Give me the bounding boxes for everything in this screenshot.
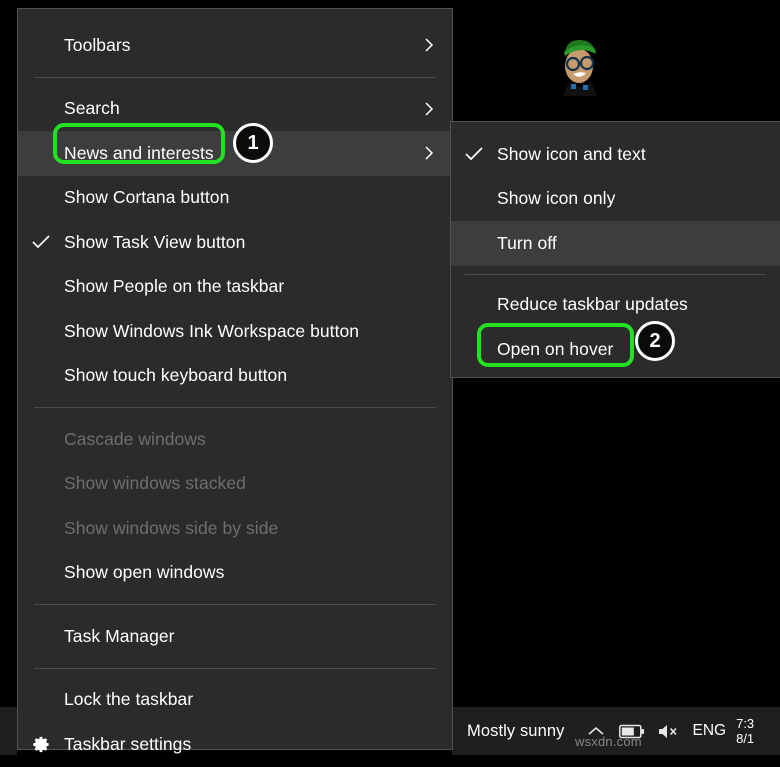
main_menu-item-show-people-on-the-taskbar[interactable]: Show People on the taskbar: [18, 265, 452, 310]
menu-separator: [34, 76, 436, 78]
menu-item-label: Show People on the taskbar: [64, 276, 285, 297]
menu-item-label: Show icon and text: [497, 143, 646, 164]
menu-item-label: Show windows stacked: [64, 473, 246, 494]
main_menu-item-show-open-windows[interactable]: Show open windows: [18, 551, 452, 596]
menu-item-label: Show Windows Ink Workspace button: [64, 320, 360, 341]
main_menu-item-show-windows-side-by-side: Show windows side by side: [18, 506, 452, 551]
main_menu-item-news-and-interests[interactable]: News and interests: [18, 131, 452, 176]
clock[interactable]: 7:3 8/1: [736, 716, 754, 746]
menu-item-label: Show icon only: [497, 188, 616, 209]
menu-item-label: Turn off: [497, 232, 557, 253]
menu-item-label: Show Cortana button: [64, 187, 230, 208]
taskbar-context-menu[interactable]: Toolbars Search News and interests Show Cor…: [17, 8, 453, 754]
menu-item-label: Open on hover: [497, 338, 614, 359]
clock-date: 8/1: [736, 731, 755, 746]
sub_menu-item-open-on-hover[interactable]: Open on hover: [451, 327, 780, 372]
gear-icon: [18, 735, 64, 754]
menu-separator: [34, 667, 436, 669]
menu-item-label: Show open windows: [64, 562, 225, 583]
menu-item-label: Show Task View button: [64, 231, 246, 252]
menu-item-label: Cascade windows: [64, 428, 206, 449]
language-indicator[interactable]: ENG: [693, 722, 727, 740]
avatar: [563, 40, 597, 96]
menu-item-label: Show touch keyboard button: [64, 365, 288, 386]
desktop-background: Mostly sunny ENG 7:3 8/1 wsxdn.com Toolb…: [0, 0, 780, 755]
menu-item-label: Show windows side by side: [64, 517, 279, 538]
main_menu-item-lock-the-taskbar[interactable]: Lock the taskbar: [18, 678, 452, 723]
taskbar-tray[interactable]: Mostly sunny ENG 7:3 8/1: [452, 707, 780, 755]
volume-muted-icon[interactable]: [657, 723, 679, 740]
chevron-up-icon[interactable]: [587, 725, 605, 737]
main_menu-item-task-manager[interactable]: Task Manager: [18, 614, 452, 659]
sub_menu-item-show-icon-only[interactable]: Show icon only: [451, 177, 780, 222]
clock-time: 7:3: [736, 716, 755, 731]
menu-item-label: Search: [64, 98, 120, 119]
sub_menu-item-turn-off[interactable]: Turn off: [451, 221, 780, 266]
chevron-right-icon: [421, 145, 437, 161]
menu-item-label: Toolbars: [64, 34, 131, 55]
menu-item-label: Taskbar settings: [64, 733, 192, 754]
main_menu-item-search[interactable]: Search: [18, 87, 452, 132]
main_menu-item-toolbars[interactable]: Toolbars: [18, 23, 452, 68]
news-and-interests-submenu[interactable]: Show icon and text Show icon only Turn off…: [450, 121, 780, 378]
main_menu-item-show-windows-stacked: Show windows stacked: [18, 462, 452, 507]
battery-icon[interactable]: [618, 724, 645, 739]
main_menu-item-cascade-windows: Cascade windows: [18, 417, 452, 462]
check-icon: [451, 146, 497, 162]
menu-item-label: Reduce taskbar updates: [497, 294, 688, 315]
taskbar-weather-label[interactable]: Mostly sunny: [467, 722, 565, 741]
check-icon: [18, 234, 64, 250]
menu-separator: [34, 604, 436, 605]
sub_menu-item-reduce-taskbar-updates[interactable]: Reduce taskbar updates: [451, 283, 780, 328]
menu-separator: [465, 273, 766, 275]
main_menu-item-show-touch-keyboard-button[interactable]: Show touch keyboard button: [18, 354, 452, 399]
menu-item-label: News and interests: [64, 142, 214, 163]
menu-separator: [34, 407, 436, 408]
main_menu-item-show-task-view-button[interactable]: Show Task View button: [18, 220, 452, 265]
taskbar-left-strip: [0, 707, 17, 755]
main_menu-item-show-windows-ink-workspace-button[interactable]: Show Windows Ink Workspace button: [18, 309, 452, 354]
chevron-right-icon: [421, 37, 437, 53]
menu-item-label: Task Manager: [64, 625, 175, 646]
main_menu-item-show-cortana-button[interactable]: Show Cortana button: [18, 176, 452, 221]
main_menu-item-taskbar-settings[interactable]: Taskbar settings: [18, 722, 452, 767]
chevron-right-icon: [421, 101, 437, 117]
menu-item-label: Lock the taskbar: [64, 689, 194, 710]
sub_menu-item-show-icon-and-text[interactable]: Show icon and text: [451, 132, 780, 177]
